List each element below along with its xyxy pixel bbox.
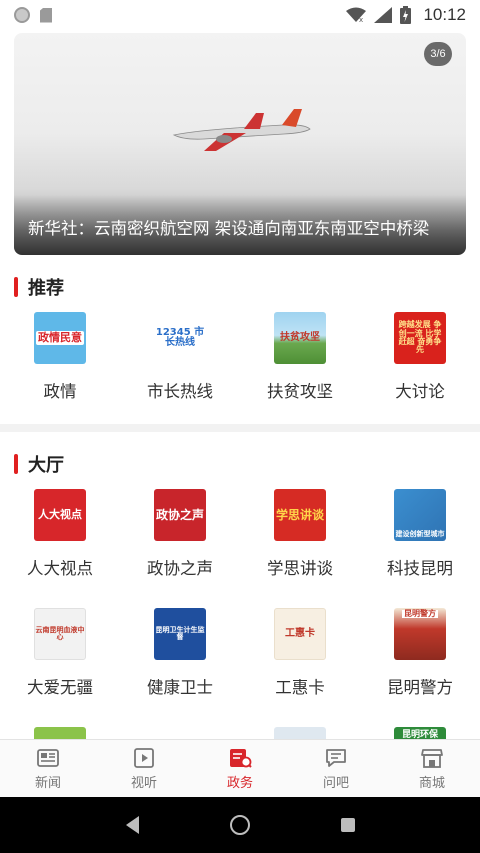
tile-text: 扶贫攻坚 [280,331,320,343]
back-icon[interactable] [125,816,139,834]
nav-tab-label: 问吧 [322,775,349,791]
nav-tab-label: 视听 [130,775,157,791]
recommend-item-label: 政情 [43,382,77,401]
hall-item-kunming-police[interactable]: 昆明警方 昆明警方 [360,608,480,698]
nav-tab-ask[interactable]: 问吧 [288,740,384,797]
svg-text:x: x [359,16,363,23]
nav-tab-store[interactable]: 商城 [384,740,480,797]
tile-text: 政情民意 [36,331,84,345]
recommend-item-label: 扶贫攻坚 [267,382,333,401]
tile-text: 政协之声 [155,507,204,522]
recommend-item-mayor-hotline[interactable]: 12345 市长热线 市长热线 [120,312,240,402]
section-hall-title: 大厅 [28,455,64,476]
wifi-icon: x [346,7,367,23]
hall-item-tech-kunming[interactable]: 建设创新型城市 科技昆明 [360,489,480,579]
bottom-navigation: 新闻 视听 政务 问吧 商城 [0,739,480,797]
newspaper-icon [37,748,59,767]
hall-item-label: 工惠卡 [275,678,325,697]
health-guard-tile-icon: 昆明卫生计生监督 [154,608,206,660]
worker-card-tile-icon: 工惠卡 [274,608,326,660]
play-icon [134,747,154,768]
battery-icon [400,6,412,24]
hall-item-label: 科技昆明 [387,559,453,578]
recommend-item-label: 大讨论 [395,382,445,401]
cppcc-voice-tile-icon: 政协之声 [154,489,206,541]
tile-text: 建设创新型城市 [395,529,445,538]
banner-carousel[interactable]: 3/6 新华社：云南密织航空网 架设通向南亚东南亚空中桥梁 [14,33,466,255]
recommend-item-discussion[interactable]: 跨越发展 争创一流 比学赶超 奋勇争先 大讨论 [360,312,480,402]
section-hall-header: 大厅 [14,451,64,477]
tile-text: 学思讲谈 [275,507,324,522]
npc-view-tile-icon: 人大视点 [34,489,86,541]
tile-text: 12345 市长热线 [155,326,205,348]
hall-item-label: 政协之声 [147,559,213,578]
section-accent-bar [14,277,18,297]
chat-icon [326,748,346,767]
hall-item-label: 学思讲谈 [267,559,333,578]
poverty-tile-icon: 扶贫攻坚 [274,312,326,364]
study-talk-tile-icon: 学思讲谈 [274,489,326,541]
recent-apps-icon[interactable] [340,818,355,832]
tile-text: 昆明卫生计生监督 [155,625,205,641]
discussion-tile-icon: 跨越发展 争创一流 比学赶超 奋勇争先 [394,312,446,364]
hall-item-worker-card[interactable]: 工惠卡 工惠卡 [240,608,360,698]
hall-item-health-guard[interactable]: 昆明卫生计生监督 健康卫士 [120,608,240,698]
store-icon [421,748,443,768]
home-icon[interactable] [229,815,250,835]
great-love-tile-icon: 云南昆明血液中心 [34,608,86,660]
nav-tab-news[interactable]: 新闻 [0,740,96,797]
nav-tab-label: 新闻 [34,775,61,791]
nav-tab-label: 商城 [418,775,445,791]
tile-text: 跨越发展 争创一流 比学赶超 奋勇争先 [398,320,442,355]
section-accent-bar [14,454,18,474]
mayor-hotline-tile-icon: 12345 市长热线 [154,312,206,364]
nav-tab-media[interactable]: 视听 [96,740,192,797]
banner-caption[interactable]: 新华社：云南密织航空网 架设通向南亚东南亚空中桥梁 [28,215,456,239]
tech-kunming-tile-icon: 建设创新型城市 [394,489,446,541]
notification-circle-icon [14,7,30,23]
cell-signal-icon [374,7,393,23]
banner-page-counter: 3/6 [424,42,452,66]
tile-text: 人大视点 [38,508,82,522]
hall-item-study-talk[interactable]: 学思讲谈 学思讲谈 [240,489,360,579]
hall-item-cppcc-voice[interactable]: 政协之声 政协之声 [120,489,240,579]
hall-item-great-love[interactable]: 云南昆明血液中心 大爱无疆 [0,608,120,698]
airplane-image [172,109,311,151]
government-icon [230,748,252,768]
tile-text: 昆明警方 [402,609,438,619]
zhengqing-tile-icon: 政情民意 [34,312,86,364]
hall-item-label: 大爱无疆 [27,678,93,697]
clock: 10:12 [423,5,466,24]
section-divider [0,424,480,432]
section-recommend-header: 推荐 [14,274,64,300]
tile-text: 工惠卡 [285,627,315,639]
hall-grid: 人大视点 人大视点 政协之声 政协之声 学思讲谈 学思讲谈 建设创新型城市 科技… [0,489,480,779]
recommend-grid: 政情民意 政情 12345 市长热线 市长热线 扶贫攻坚 扶贫攻坚 跨越发展 争… [0,312,480,402]
nav-tab-label: 政务 [226,775,253,791]
nav-tab-government[interactable]: 政务 [192,740,288,797]
kunming-police-tile-icon: 昆明警方 [394,608,446,660]
section-recommend-title: 推荐 [28,278,64,299]
recommend-item-label: 市长热线 [147,382,213,401]
hall-item-label: 健康卫士 [147,678,213,697]
hall-item-label: 昆明警方 [387,678,453,697]
hall-item-label: 人大视点 [27,559,93,578]
system-navigation-bar [0,797,480,853]
tile-text: 云南昆明血液中心 [35,625,85,641]
recommend-item-poverty[interactable]: 扶贫攻坚 扶贫攻坚 [240,312,360,402]
sd-card-icon [40,7,52,23]
status-bar: x 10:12 [0,0,480,30]
recommend-item-zhengqing[interactable]: 政情民意 政情 [0,312,120,402]
hall-item-npc-view[interactable]: 人大视点 人大视点 [0,489,120,579]
